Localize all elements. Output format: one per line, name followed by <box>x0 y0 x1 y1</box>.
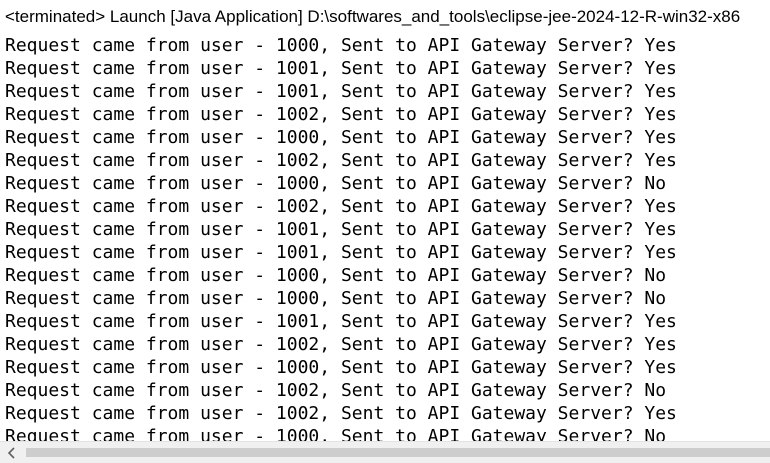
console-line: Request came from user - 1001, Sent to A… <box>5 311 677 332</box>
console-line: Request came from user - 1002, Sent to A… <box>5 104 677 125</box>
console-line: Request came from user - 1002, Sent to A… <box>5 150 677 171</box>
console-line: Request came from user - 1001, Sent to A… <box>5 242 677 263</box>
console-line: Request came from user - 1000, Sent to A… <box>5 127 677 148</box>
console-line: Request came from user - 1001, Sent to A… <box>5 58 677 79</box>
console-line: Request came from user - 1002, Sent to A… <box>5 196 677 217</box>
console-view: <terminated> Launch [Java Application] D… <box>0 0 770 463</box>
console-line: Request came from user - 1000, Sent to A… <box>5 265 667 286</box>
console-line: Request came from user - 1000, Sent to A… <box>5 426 667 441</box>
console-line: Request came from user - 1000, Sent to A… <box>5 173 667 194</box>
console-line: Request came from user - 1002, Sent to A… <box>5 403 677 424</box>
console-line: Request came from user - 1000, Sent to A… <box>5 357 677 378</box>
console-line: Request came from user - 1001, Sent to A… <box>5 81 677 102</box>
console-line: Request came from user - 1001, Sent to A… <box>5 219 677 240</box>
console-line: Request came from user - 1000, Sent to A… <box>5 288 667 309</box>
console-line: Request came from user - 1002, Sent to A… <box>5 334 677 355</box>
console-header: <terminated> Launch [Java Application] D… <box>5 7 741 26</box>
scrollbar-thumb[interactable] <box>26 448 770 457</box>
horizontal-scrollbar[interactable] <box>0 441 770 463</box>
console-line: Request came from user - 1000, Sent to A… <box>5 35 677 56</box>
chevron-left-icon[interactable] <box>4 445 20 461</box>
console-output[interactable]: Request came from user - 1000, Sent to A… <box>0 34 770 441</box>
console-line: Request came from user - 1002, Sent to A… <box>5 380 667 401</box>
